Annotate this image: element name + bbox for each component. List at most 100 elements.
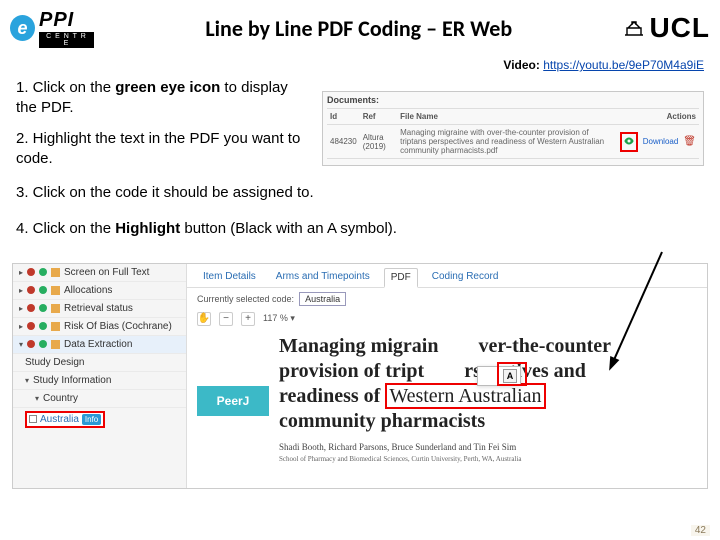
col-id: Id [327, 109, 360, 125]
documents-heading: Documents: [327, 95, 699, 105]
sidebar-label: Retrieval status [64, 303, 133, 314]
expand-icon: ▾ [19, 340, 23, 349]
ucl-dome-icon [623, 19, 645, 37]
header-bar: e PPI C E N T R E Line by Line PDF Codin… [0, 0, 720, 56]
steps-left-column: 1. Click on the green eye icon to displa… [16, 78, 312, 179]
eppi-logo-centre: C E N T R E [39, 32, 94, 48]
sidebar-label: Study Information [33, 375, 111, 386]
sidebar-item-risk-of-bias[interactable]: ▸ Risk Of Bias (Cochrane) [13, 318, 186, 336]
status-red-icon [27, 304, 35, 312]
paper-affiliation: School of Pharmacy and Biomedical Scienc… [279, 455, 611, 463]
main-pane: Item Details Arms and Timepoints PDF Cod… [187, 264, 707, 488]
table-row: 484230 Altura (2019) Managing migraine w… [327, 125, 699, 159]
edit-icon [51, 322, 60, 331]
step-2: 2. Highlight the text in the PDF you wan… [16, 129, 312, 170]
sidebar-item-screen-full-text[interactable]: ▸ Screen on Full Text [13, 264, 186, 282]
tab-pdf[interactable]: PDF [384, 268, 418, 288]
step-4-post: button (Black with an A symbol). [180, 220, 397, 237]
zoom-in-icon[interactable]: + [241, 312, 255, 326]
tab-coding-record[interactable]: Coding Record [426, 268, 505, 287]
pan-hand-icon[interactable]: ✋ [197, 312, 211, 326]
status-red-icon [27, 340, 35, 348]
paper-title-frag: ver-the-counter [478, 335, 611, 357]
status-green-icon [39, 304, 47, 312]
sidebar-item-country[interactable]: ▾ Country [13, 390, 186, 408]
tab-arms-timepoints[interactable]: Arms and Timepoints [270, 268, 376, 287]
edit-icon [51, 304, 60, 313]
step-3: 3. Click on the code it should be assign… [0, 183, 720, 209]
slide-title: Line by Line PDF Coding – ER Web [94, 15, 623, 42]
step-1: 1. Click on the green eye icon to displa… [16, 78, 312, 119]
expand-icon: ▾ [35, 394, 39, 403]
download-link[interactable]: Download [643, 137, 679, 146]
paper-content: Managing migrain ver-the-counter provisi… [279, 334, 611, 463]
cell-filename: Managing migraine with over-the-counter … [397, 125, 617, 159]
status-green-icon [39, 322, 47, 330]
step-1-pre: 1. Click on the [16, 79, 115, 96]
eppi-logo: e PPI C E N T R E [10, 6, 94, 50]
text-selection-popup: A [477, 366, 521, 386]
edit-icon [51, 286, 60, 295]
peerj-badge: PeerJ [197, 386, 269, 416]
code-checkbox-australia[interactable]: Australia Info [25, 411, 105, 428]
highlighted-text-western-australian: Western Australian [385, 383, 545, 409]
eppi-logo-ppi: PPI [39, 9, 94, 32]
sidebar-item-study-design[interactable]: Study Design [13, 354, 186, 372]
tab-item-details[interactable]: Item Details [197, 268, 262, 287]
zoom-out-icon[interactable]: − [219, 312, 233, 326]
eye-icon-highlight [620, 132, 638, 152]
collapse-icon: ▸ [19, 304, 23, 313]
highlight-button[interactable]: A [503, 369, 517, 383]
view-eye-icon[interactable] [623, 135, 635, 147]
documents-panel: Documents: Id Ref File Name Actions 4842… [322, 91, 704, 166]
documents-table: Id Ref File Name Actions 484230 Altura (… [327, 108, 699, 159]
step-4: 4. Click on the Highlight button (Black … [0, 219, 720, 245]
delete-icon[interactable]: 🗑 [683, 136, 696, 147]
status-green-icon [39, 340, 47, 348]
eppi-logo-e-mark: e [10, 15, 35, 41]
paper-title-frag: Managing migrain [279, 335, 438, 357]
status-green-icon [39, 286, 47, 294]
collapse-icon: ▸ [19, 286, 23, 295]
sidebar-label: Study Design [25, 357, 84, 368]
cell-ref: Altura (2019) [360, 125, 397, 159]
step-4-bold: Highlight [115, 220, 180, 237]
edit-icon [51, 340, 60, 349]
edit-icon [51, 268, 60, 277]
video-link-line: Video: https://youtu.be/9eP70M4a9iE [0, 56, 720, 78]
sidebar-label: Risk Of Bias (Cochrane) [64, 321, 172, 332]
status-green-icon [39, 268, 47, 276]
paper-title-frag: community pharmacists [279, 410, 485, 432]
sidebar-label: Country [43, 393, 78, 404]
sidebar-label: Screen on Full Text [64, 267, 149, 278]
paper-authors: Shadi Booth, Richard Parsons, Bruce Sund… [279, 442, 611, 452]
selected-code-bar: Currently selected code: Australia [187, 288, 707, 310]
zoom-level[interactable]: 117 % ▾ [263, 313, 295, 324]
ucl-text: UCL [649, 12, 710, 44]
sidebar-item-study-information[interactable]: ▾ Study Information [13, 372, 186, 390]
video-label: Video: [503, 58, 543, 72]
cell-actions: Download 🗑 [617, 125, 699, 159]
slide-number: 42 [691, 525, 710, 536]
sidebar-item-allocations[interactable]: ▸ Allocations [13, 282, 186, 300]
pdf-view-area: PeerJ Managing migrain ver-the-counter p… [187, 328, 707, 488]
info-badge[interactable]: Info [82, 414, 101, 425]
collapse-icon: ▸ [19, 322, 23, 331]
selected-code-label: Currently selected code: [197, 294, 294, 304]
pdf-toolbar: ✋ − + 117 % ▾ [187, 310, 707, 328]
paper-title: Managing migrain ver-the-counter provisi… [279, 334, 611, 434]
sidebar-label: Allocations [64, 285, 112, 296]
status-red-icon [27, 286, 35, 294]
eppi-logo-text: PPI C E N T R E [39, 9, 94, 48]
step-1-bold: green eye icon [115, 79, 220, 96]
selected-code-chip: Australia [299, 292, 346, 306]
collapse-icon: ▸ [19, 268, 23, 277]
step-4-pre: 4. Click on the [16, 220, 115, 237]
sidebar-item-retrieval-status[interactable]: ▸ Retrieval status [13, 300, 186, 318]
tabs-bar: Item Details Arms and Timepoints PDF Cod… [187, 264, 707, 288]
expand-icon: ▾ [25, 376, 29, 385]
video-link[interactable]: https://youtu.be/9eP70M4a9iE [543, 58, 704, 72]
ucl-logo: UCL [623, 12, 710, 44]
sidebar-item-data-extraction[interactable]: ▾Data Extraction [13, 336, 186, 354]
col-ref: Ref [360, 109, 397, 125]
